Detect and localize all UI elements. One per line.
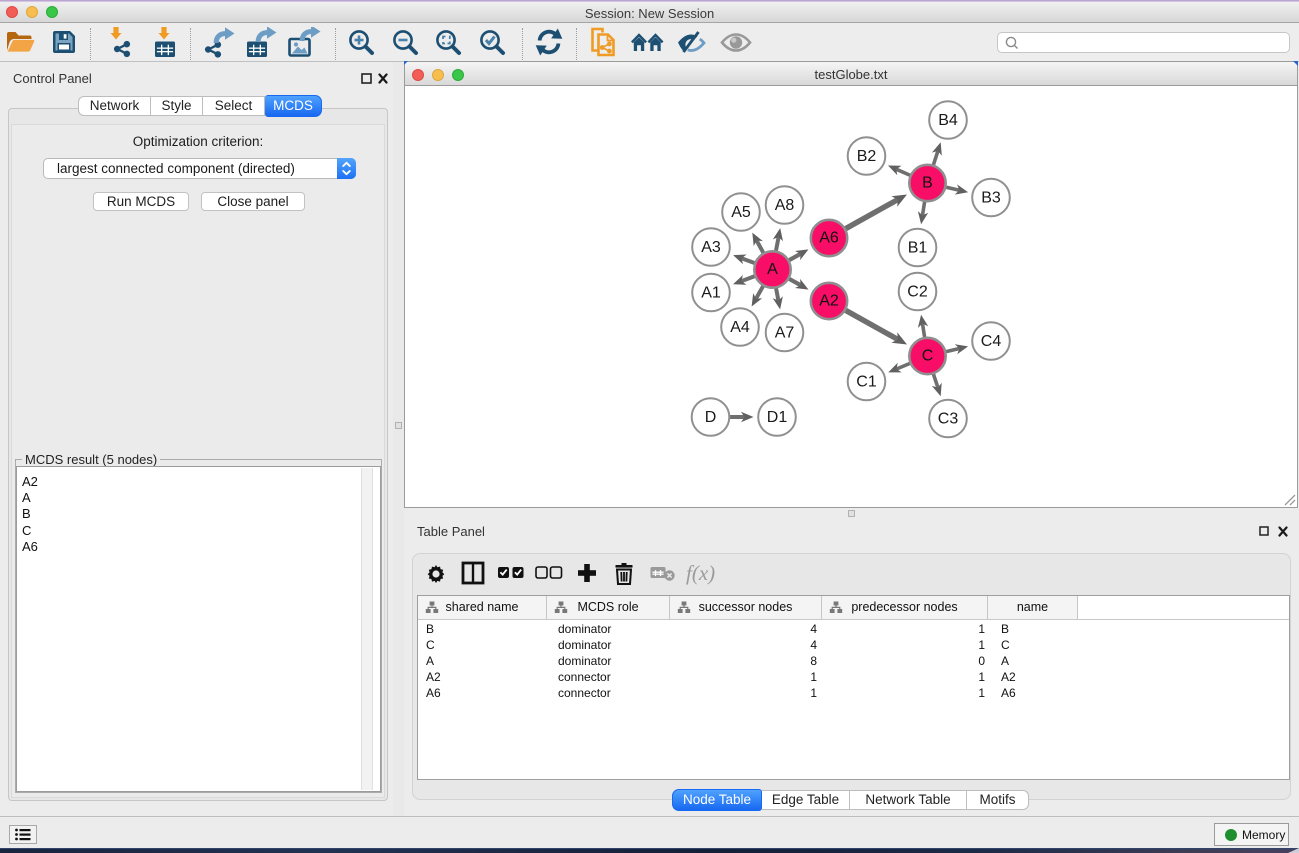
svg-text:A1: A1: [701, 285, 721, 302]
svg-text:D: D: [705, 409, 717, 426]
svg-text:B2: B2: [857, 148, 877, 165]
svg-text:C3: C3: [938, 411, 959, 428]
svg-text:A3: A3: [701, 239, 721, 256]
svg-text:B3: B3: [981, 190, 1001, 207]
svg-text:C1: C1: [856, 374, 877, 391]
svg-text:C4: C4: [981, 333, 1002, 350]
svg-text:A: A: [767, 261, 778, 278]
svg-text:D1: D1: [767, 409, 788, 426]
svg-text:C2: C2: [907, 284, 928, 301]
svg-text:A8: A8: [775, 197, 795, 214]
svg-text:A7: A7: [775, 325, 795, 342]
svg-text:A2: A2: [819, 293, 839, 310]
svg-text:A4: A4: [730, 319, 750, 336]
svg-text:A5: A5: [731, 204, 751, 221]
svg-text:A6: A6: [819, 230, 839, 247]
svg-text:B1: B1: [908, 240, 928, 257]
svg-text:B4: B4: [938, 112, 958, 129]
svg-text:C: C: [922, 348, 934, 365]
svg-text:B: B: [922, 175, 933, 192]
